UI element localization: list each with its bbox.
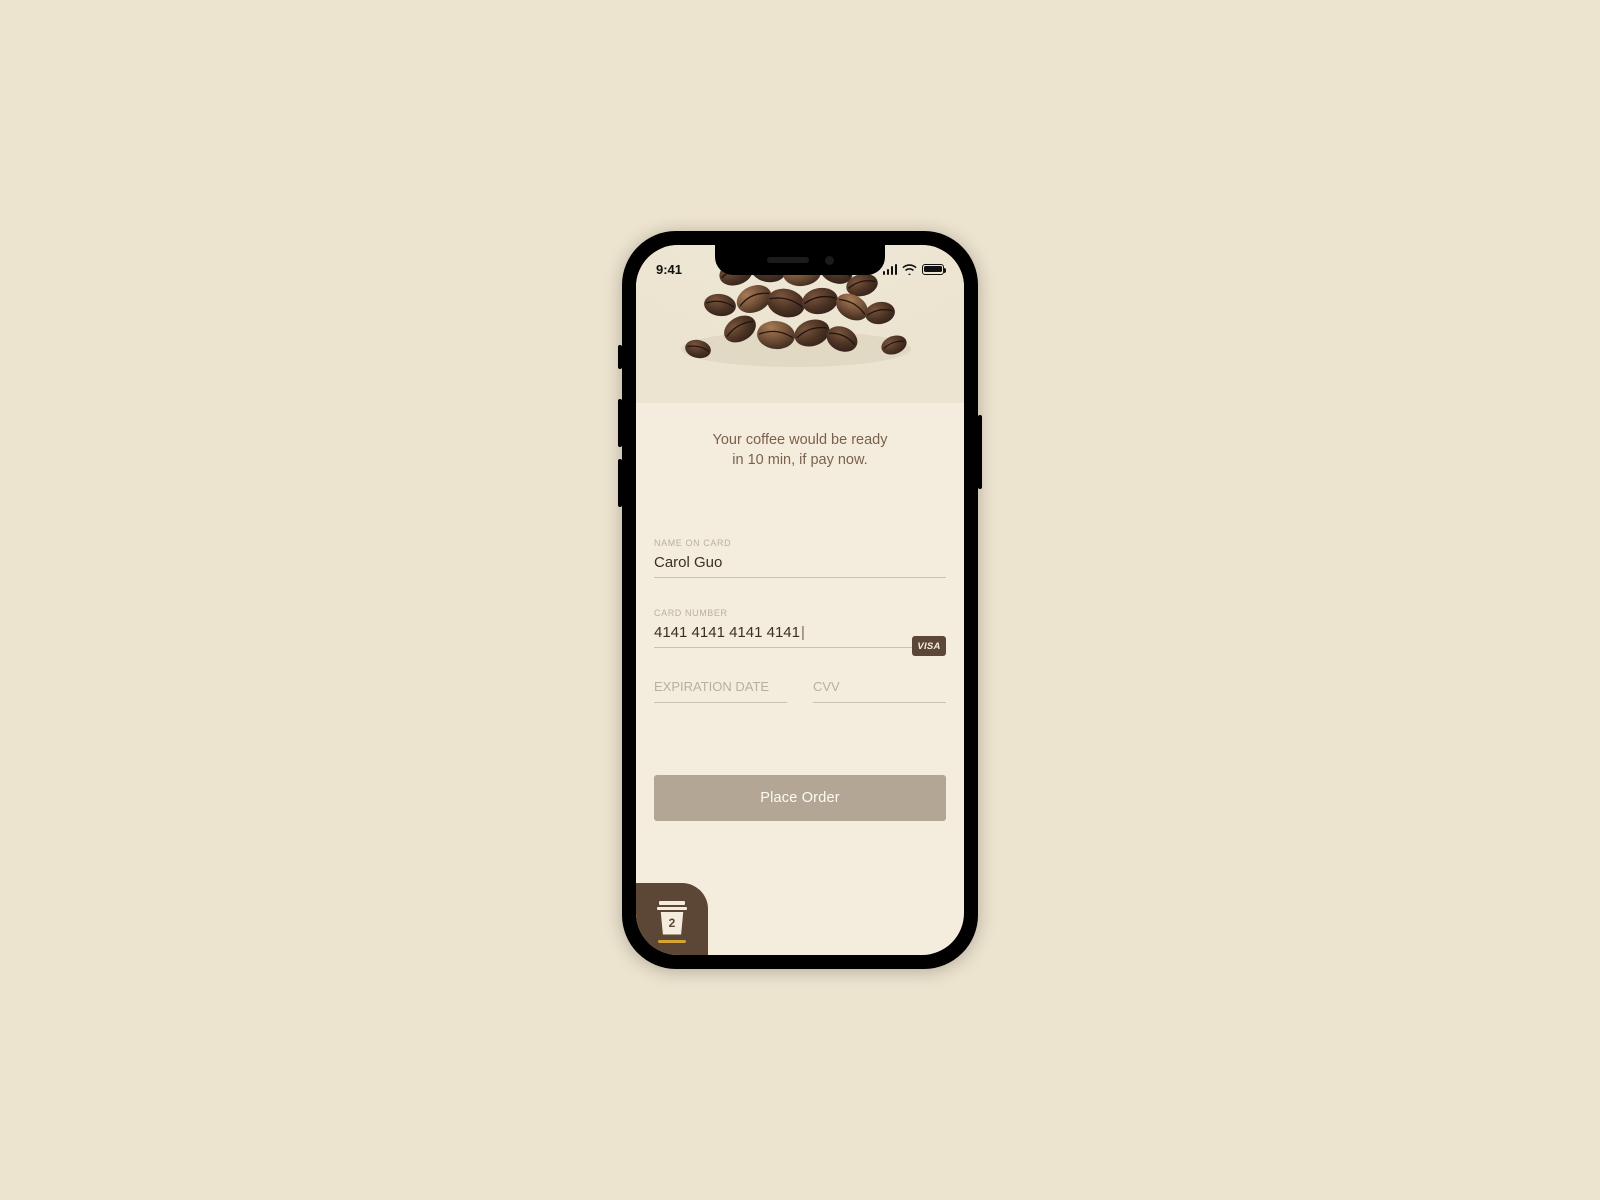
card-number-label: CARD NUMBER: [654, 608, 946, 618]
field-cvv: [813, 678, 946, 703]
side-button-power: [978, 415, 982, 489]
card-brand-badge: VISA: [912, 636, 946, 656]
expiry-cvv-row: [654, 678, 946, 703]
cellular-bars-icon: [883, 264, 898, 275]
name-on-card-input[interactable]: [654, 554, 946, 578]
wifi-icon: [902, 264, 917, 275]
side-button-silence: [618, 345, 622, 369]
side-button-volume-up: [618, 399, 622, 447]
notch: [715, 245, 885, 275]
status-indicators: [883, 264, 945, 275]
cart-tab[interactable]: 2: [636, 883, 708, 955]
card-number-input[interactable]: 4141 4141 4141 4141: [654, 624, 946, 648]
place-order-button[interactable]: Place Order: [654, 775, 946, 821]
ready-message-line1: Your coffee would be ready: [713, 432, 888, 448]
side-button-volume-down: [618, 459, 622, 507]
battery-icon: [922, 264, 944, 275]
coffee-cup-icon: 2: [657, 901, 687, 937]
phone-frame: 9:41: [622, 231, 978, 969]
name-on-card-label: NAME ON CARD: [654, 538, 946, 548]
expiration-input[interactable]: [654, 679, 787, 703]
cvv-input[interactable]: [813, 679, 946, 703]
field-expiration: [654, 678, 787, 703]
cart-count: 2: [669, 916, 676, 930]
ready-message-line2: in 10 min, if pay now.: [732, 452, 867, 468]
status-time: 9:41: [656, 262, 682, 277]
ready-message: Your coffee would be ready in 10 min, if…: [654, 431, 946, 470]
field-name-on-card: NAME ON CARD: [654, 538, 946, 578]
screen: 9:41: [636, 245, 964, 955]
field-card-number: CARD NUMBER 4141 4141 4141 4141 VISA: [654, 608, 946, 648]
card-brand-text: VISA: [917, 641, 940, 652]
checkout-content: Your coffee would be ready in 10 min, if…: [636, 403, 964, 955]
